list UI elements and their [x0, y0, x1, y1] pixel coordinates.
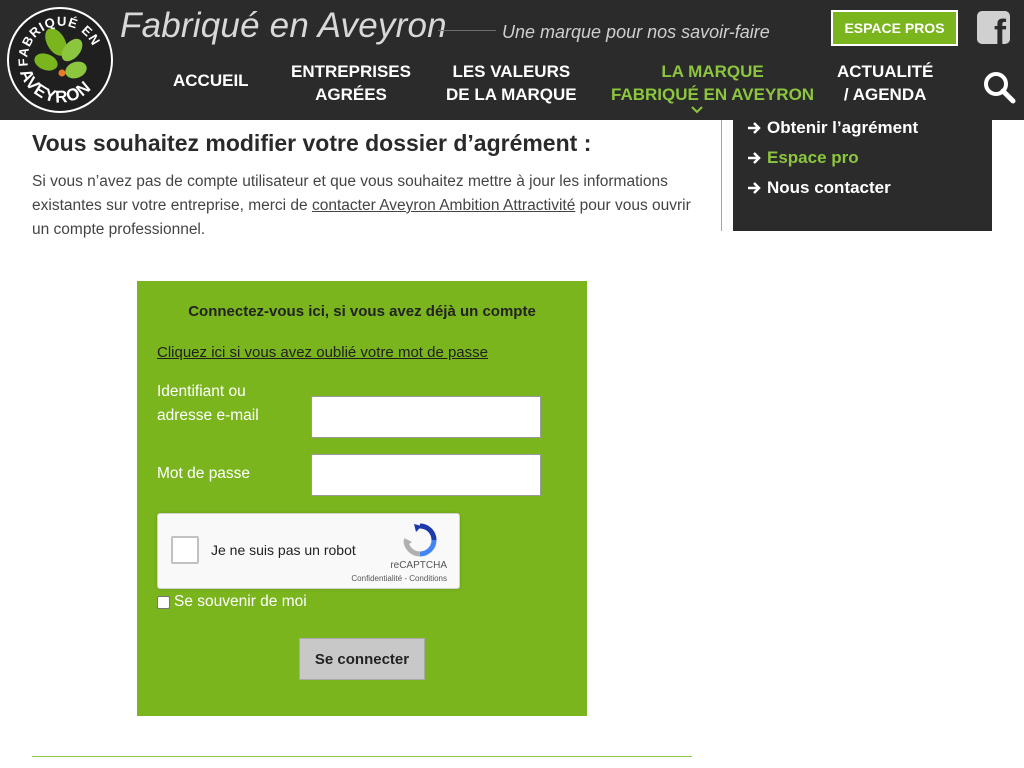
recaptcha-checkbox[interactable] — [171, 536, 199, 564]
nav-label: LA MARQUE — [661, 62, 764, 81]
remember-me[interactable]: Se souvenir de moi — [157, 593, 307, 611]
login-title: Connectez-vous ici, si vous avez déjà un… — [188, 303, 536, 320]
search-icon[interactable] — [982, 70, 1016, 104]
nav-item-entreprises[interactable]: ENTREPRISES AGRÉES — [291, 60, 411, 106]
username-input[interactable] — [311, 396, 541, 438]
nav-label: AGRÉES — [315, 85, 387, 104]
recaptcha-label: Je ne suis pas un robot — [211, 542, 356, 558]
forgot-password-link[interactable]: Cliquez ici si vous avez oublié votre mo… — [157, 344, 488, 361]
nav-item-la-marque[interactable]: LA MARQUE FABRIQUÉ EN AVEYRON — [611, 60, 814, 106]
nav-label: ACCUEIL — [173, 71, 249, 90]
arrow-right-icon — [748, 182, 761, 194]
espace-pros-button[interactable]: ESPACE PROS — [831, 10, 958, 46]
password-input[interactable] — [311, 454, 541, 496]
sidebar-item-label: Obtenir l’agrément — [767, 118, 919, 137]
nav-label: DE LA MARQUE — [446, 85, 577, 104]
login-submit-button[interactable]: Se connecter — [299, 638, 425, 680]
nav-label: ACTUALITÉ — [837, 62, 934, 81]
recaptcha-widget: Je ne suis pas un robot reCAPTCHA Confid… — [157, 513, 460, 589]
recaptcha-links[interactable]: Confidentialité - Conditions — [351, 574, 447, 583]
nav-label: LES VALEURS — [452, 62, 571, 81]
arrow-right-icon — [748, 122, 761, 134]
sidebar-divider — [721, 120, 722, 231]
username-label: Identifiant ou adresse e-mail — [157, 380, 259, 428]
content-divider — [32, 756, 692, 757]
sidebar-item-obtenir-agrement[interactable]: Obtenir l’agrément — [747, 118, 918, 138]
login-form: Connectez-vous ici, si vous avez déjà un… — [137, 281, 587, 716]
site-tagline: Une marque pour nos savoir-faire — [502, 22, 770, 42]
username-label-line: adresse e-mail — [157, 407, 259, 424]
nav-label: FABRIQUÉ EN AVEYRON — [611, 85, 815, 104]
recaptcha-icon — [403, 523, 437, 557]
nav-item-actualite[interactable]: ACTUALITÉ / AGENDA — [837, 60, 933, 106]
facebook-letter: f — [994, 12, 1006, 45]
facebook-icon[interactable]: f — [977, 11, 1010, 44]
nav-item-accueil[interactable]: ACCUEIL — [173, 69, 249, 92]
title-divider — [438, 30, 496, 31]
site-logo[interactable]: FABRIQUÉ EN AVEYRON — [6, 6, 114, 114]
sidebar-menu: Obtenir l’agrément Espace pro Nous conta… — [733, 118, 992, 231]
sidebar-item-label: Espace pro — [767, 148, 859, 167]
arrow-right-icon — [748, 152, 761, 164]
site-title[interactable]: Fabriqué en Aveyron — [120, 6, 447, 46]
contact-link[interactable]: contacter Aveyron Ambition Attractivité — [312, 197, 575, 214]
sidebar-item-nous-contacter[interactable]: Nous contacter — [747, 178, 891, 198]
chevron-down-icon — [691, 106, 703, 114]
nav-label: / AGENDA — [843, 85, 927, 104]
site-header: FABRIQUÉ EN AVEYRON Fabriqué en Aveyron … — [0, 0, 1024, 120]
password-label: Mot de passe — [157, 465, 251, 482]
sidebar-item-label: Nous contacter — [767, 178, 891, 197]
sidebar-item-espace-pro[interactable]: Espace pro — [747, 148, 859, 168]
page-heading: Vous souhaitez modifier votre dossier d’… — [32, 130, 592, 156]
username-label-line: Identifiant ou — [157, 383, 246, 400]
recaptcha-brand: reCAPTCHA — [390, 560, 447, 571]
nav-item-valeurs[interactable]: LES VALEURS DE LA MARQUE — [446, 60, 577, 106]
intro-paragraph: Si vous n’avez pas de compte utilisateur… — [32, 170, 692, 242]
remember-me-label: Se souvenir de moi — [174, 593, 307, 610]
nav-label: ENTREPRISES — [291, 62, 411, 81]
remember-me-checkbox[interactable] — [157, 595, 170, 609]
